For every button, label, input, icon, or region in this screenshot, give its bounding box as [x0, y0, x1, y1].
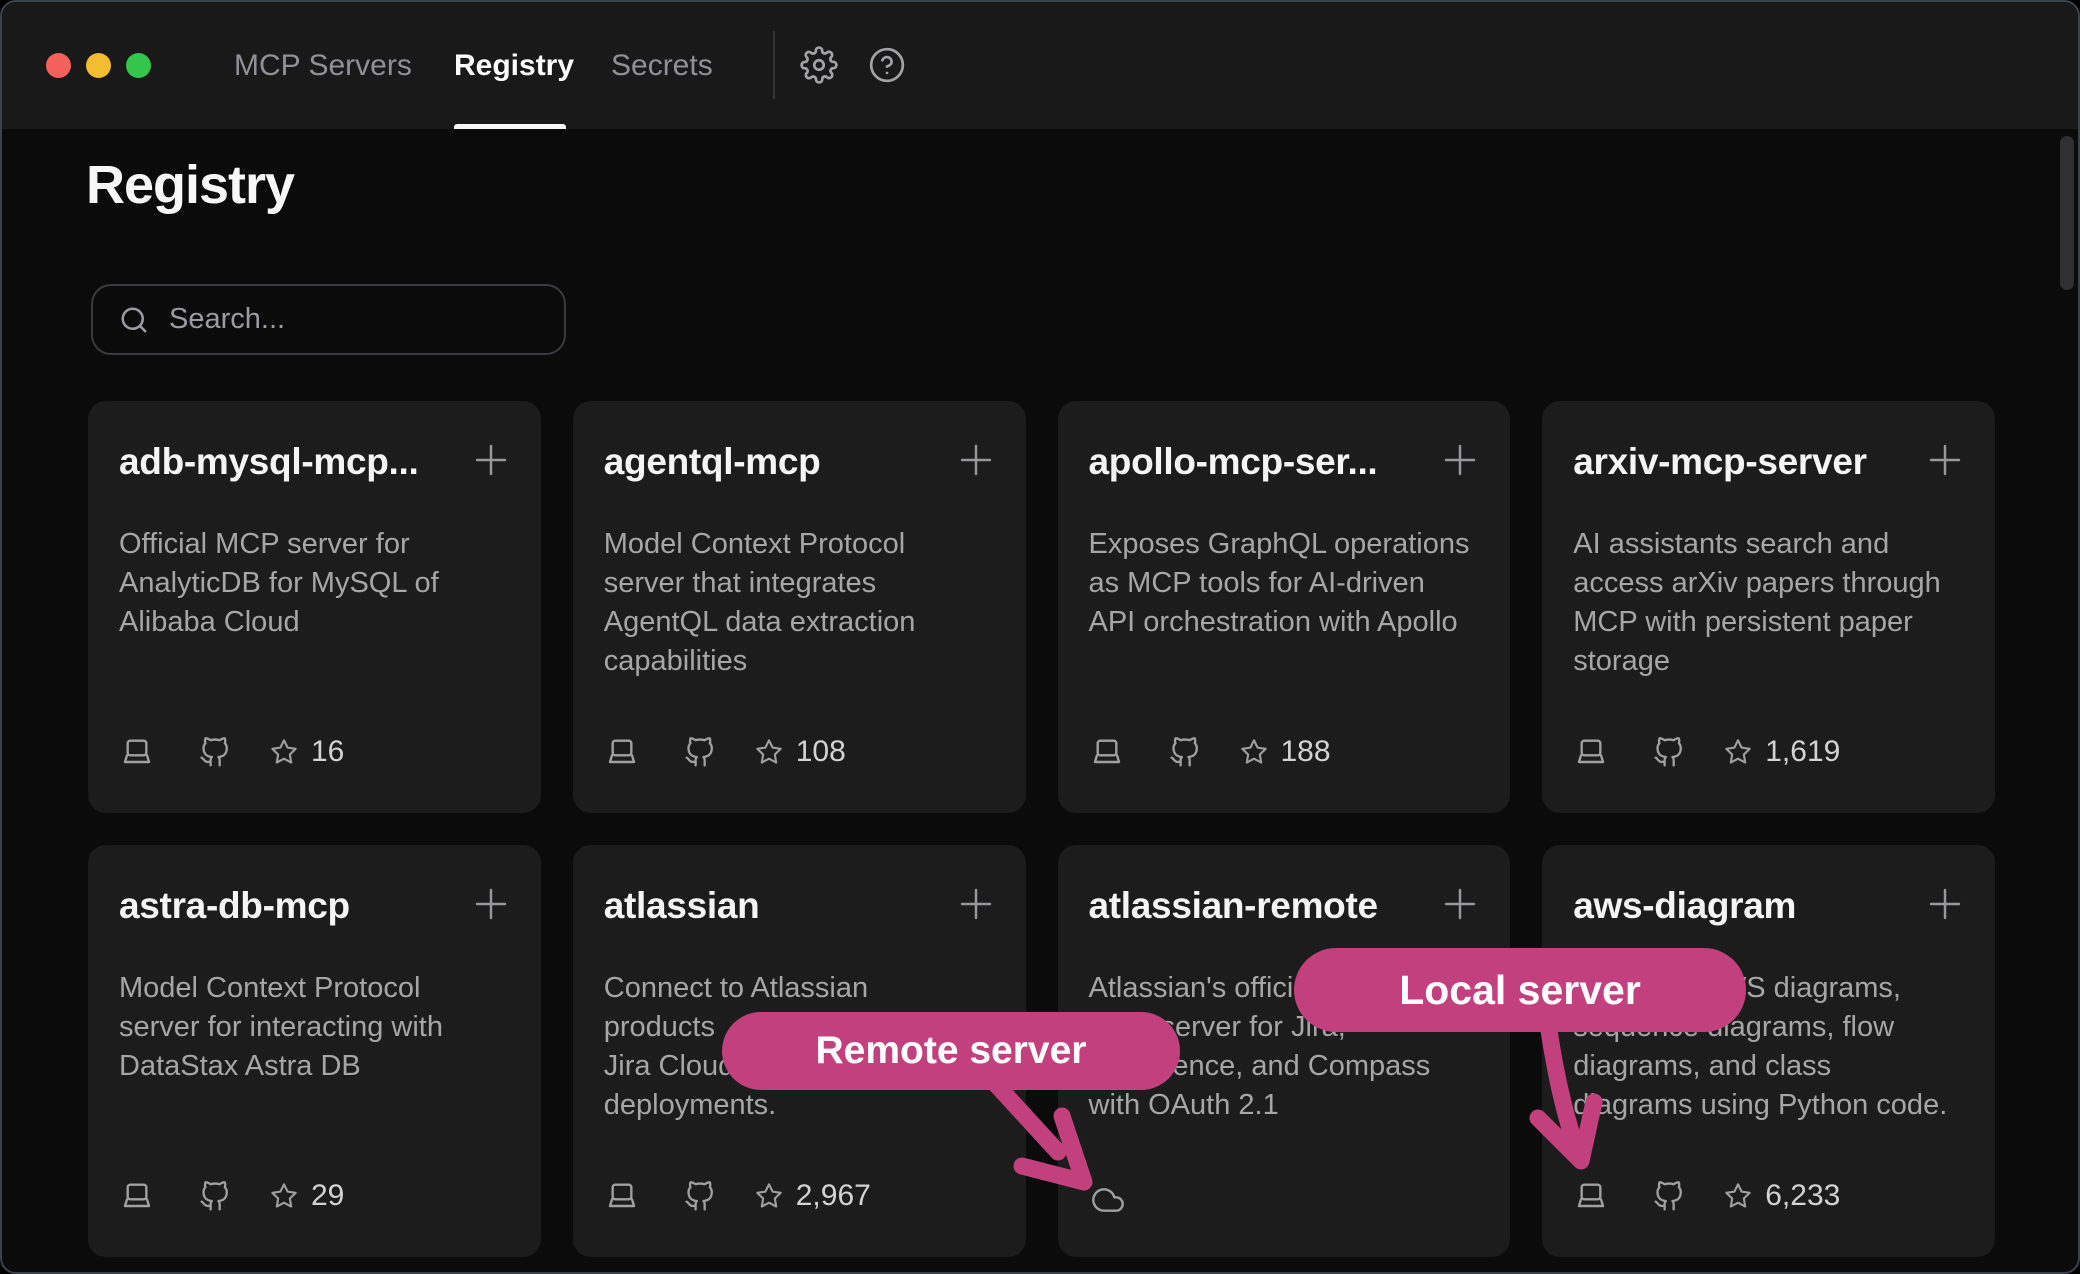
github-icon [1169, 737, 1200, 768]
github-icon [199, 737, 230, 768]
server-description: Model Context Protocol server that integ… [604, 525, 1004, 681]
laptop-icon [119, 736, 155, 768]
server-name: aws-diagram [1573, 885, 1796, 927]
search-box [91, 284, 566, 355]
server-name: astra-db-mcp [119, 885, 350, 927]
star-icon [755, 1182, 783, 1210]
server-name: apollo-mcp-ser... [1089, 441, 1378, 483]
window-controls [46, 53, 151, 78]
add-server-button[interactable] [954, 439, 998, 483]
server-description: AI assistants search and access arXiv pa… [1573, 525, 1973, 681]
local-server-callout: Local server [1294, 948, 1746, 1032]
scrollbar-thumb[interactable] [2060, 136, 2074, 290]
card-footer: 188 [1089, 732, 1331, 772]
star-icon [1724, 738, 1752, 766]
github-icon [1653, 1181, 1684, 1212]
server-description: Exposes GraphQL operations as MCP tools … [1089, 525, 1489, 642]
plus-icon [955, 883, 997, 925]
laptop-icon [119, 1180, 155, 1212]
server-name: atlassian [604, 885, 760, 927]
plus-icon [1924, 439, 1966, 481]
server-name: adb-mysql-mcp... [119, 441, 418, 483]
server-description: Model Context Protocol server for intera… [119, 969, 519, 1086]
star-icon [1240, 738, 1268, 766]
card-footer: 1,619 [1573, 732, 1840, 772]
plus-icon [470, 883, 512, 925]
topbar: MCP Servers Registry Secrets [2, 2, 2078, 129]
laptop-icon [1573, 1180, 1609, 1212]
plus-icon [1439, 883, 1481, 925]
server-name: agentql-mcp [604, 441, 821, 483]
github-icon [199, 1181, 230, 1212]
star-count: 188 [1281, 735, 1331, 769]
star-count: 108 [796, 735, 846, 769]
topbar-divider [773, 31, 775, 99]
add-server-button[interactable] [1438, 883, 1482, 927]
star-count: 6,233 [1765, 1179, 1840, 1213]
star-count: 29 [311, 1179, 344, 1213]
add-server-button[interactable] [954, 883, 998, 927]
cloud-icon [1089, 1184, 1127, 1216]
active-tab-indicator [454, 124, 566, 129]
server-description: Official MCP server for AnalyticDB for M… [119, 525, 519, 642]
add-server-button[interactable] [1923, 883, 1967, 927]
registry-card[interactable]: agentql-mcp Model Context Protocol serve… [573, 401, 1026, 813]
laptop-icon [1089, 736, 1125, 768]
laptop-icon [604, 1180, 640, 1212]
search-input[interactable] [169, 303, 564, 336]
minimize-button[interactable] [86, 53, 111, 78]
card-footer: 16 [119, 732, 344, 772]
plus-icon [470, 439, 512, 481]
star-icon [270, 738, 298, 766]
plus-icon [1439, 439, 1481, 481]
settings-gear-icon[interactable] [800, 46, 838, 84]
remote-server-callout: Remote server [722, 1012, 1180, 1090]
laptop-icon [604, 736, 640, 768]
registry-card[interactable]: adb-mysql-mcp... Official MCP server for… [88, 401, 541, 813]
star-count: 16 [311, 735, 344, 769]
zoom-button[interactable] [126, 53, 151, 78]
card-footer: 29 [119, 1176, 344, 1216]
server-name: arxiv-mcp-server [1573, 441, 1866, 483]
github-icon [1653, 737, 1684, 768]
help-icon[interactable] [868, 46, 906, 84]
server-name: atlassian-remote [1089, 885, 1378, 927]
add-server-button[interactable] [469, 439, 513, 483]
card-footer [1089, 1176, 1127, 1216]
laptop-icon [1573, 736, 1609, 768]
tab-mcp-servers[interactable]: MCP Servers [234, 2, 412, 129]
card-footer: 6,233 [1573, 1176, 1840, 1216]
card-footer: 2,967 [604, 1176, 871, 1216]
star-count: 2,967 [796, 1179, 871, 1213]
star-icon [270, 1182, 298, 1210]
plus-icon [955, 439, 997, 481]
search-icon [119, 305, 149, 335]
plus-icon [1924, 883, 1966, 925]
close-button[interactable] [46, 53, 71, 78]
app-window: MCP Servers Registry Secrets Registry ad… [0, 0, 2080, 1274]
star-icon [1724, 1182, 1752, 1210]
add-server-button[interactable] [469, 883, 513, 927]
github-icon [684, 1181, 715, 1212]
tab-registry[interactable]: Registry [454, 2, 574, 129]
registry-card[interactable]: astra-db-mcp Model Context Protocol serv… [88, 845, 541, 1257]
card-footer: 108 [604, 732, 846, 772]
add-server-button[interactable] [1438, 439, 1482, 483]
registry-grid: adb-mysql-mcp... Official MCP server for… [88, 401, 1995, 1257]
star-count: 1,619 [1765, 735, 1840, 769]
star-icon [755, 738, 783, 766]
registry-card[interactable]: aws-diagram Generate AWS diagrams, seque… [1542, 845, 1995, 1257]
github-icon [684, 737, 715, 768]
registry-card[interactable]: arxiv-mcp-server AI assistants search an… [1542, 401, 1995, 813]
registry-card[interactable]: apollo-mcp-ser... Exposes GraphQL operat… [1058, 401, 1511, 813]
tab-secrets[interactable]: Secrets [611, 2, 713, 129]
page-title: Registry [86, 154, 294, 216]
add-server-button[interactable] [1923, 439, 1967, 483]
